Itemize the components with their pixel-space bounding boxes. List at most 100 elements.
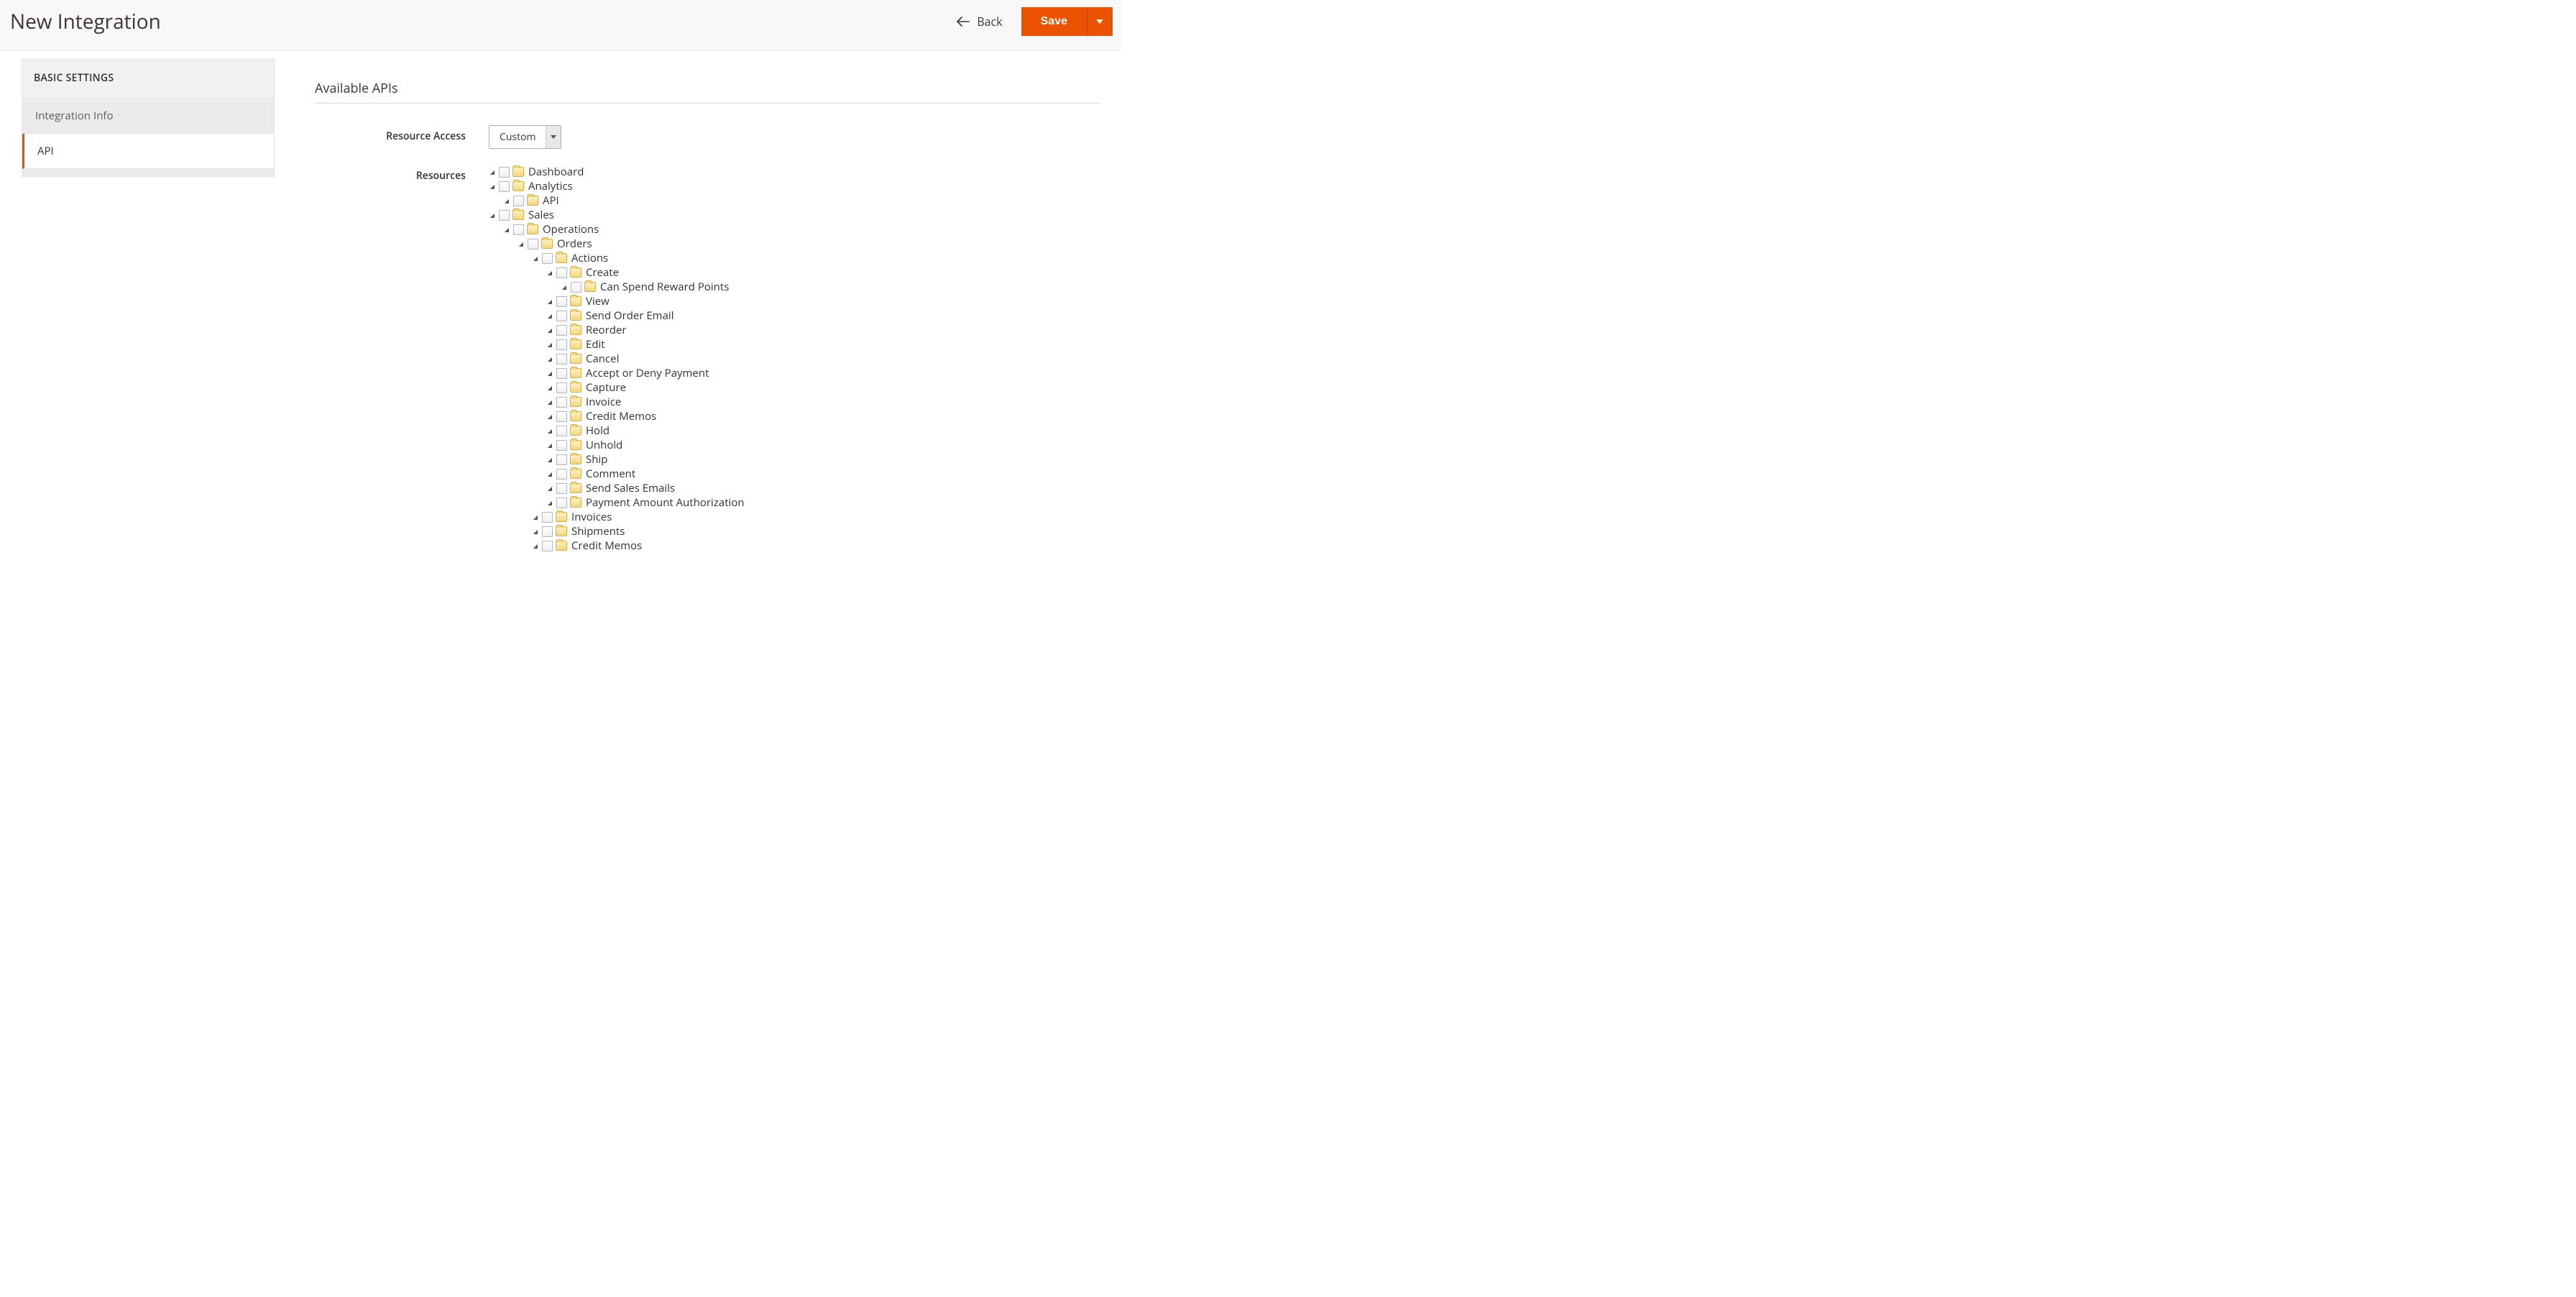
tree-checkbox[interactable] xyxy=(556,397,567,408)
folder-icon xyxy=(570,483,581,493)
tree-checkbox[interactable] xyxy=(513,224,524,235)
folder-icon xyxy=(570,397,581,407)
folder-icon xyxy=(570,498,581,508)
folder-icon xyxy=(570,454,581,464)
tree-checkbox[interactable] xyxy=(556,454,567,465)
tree-label[interactable]: Invoice xyxy=(584,395,621,409)
tree-label[interactable]: Create xyxy=(584,265,619,280)
tree-toggle-icon[interactable]: ◢ xyxy=(546,427,553,434)
tree-checkbox[interactable] xyxy=(556,267,567,278)
tree-label[interactable]: Ship xyxy=(584,452,607,467)
tree-toggle-icon[interactable]: ◢ xyxy=(546,470,553,477)
tree-checkbox[interactable] xyxy=(556,354,567,365)
tree-toggle-icon[interactable]: ◢ xyxy=(546,355,553,362)
tree-checkbox[interactable] xyxy=(528,239,538,249)
tree-label[interactable]: Hold xyxy=(584,423,610,438)
tree-label[interactable]: Reorder xyxy=(584,323,627,337)
tree-checkbox[interactable] xyxy=(499,181,510,192)
tree-label[interactable]: Sales xyxy=(527,208,554,222)
save-dropdown-toggle[interactable] xyxy=(1087,7,1113,36)
tree-label[interactable]: Edit xyxy=(584,337,605,352)
tree-label[interactable]: Operations xyxy=(541,222,599,237)
tree-checkbox[interactable] xyxy=(556,469,567,480)
tree-toggle-icon[interactable]: ◢ xyxy=(532,542,539,549)
tree-checkbox[interactable] xyxy=(556,296,567,307)
folder-icon xyxy=(541,239,553,249)
tree-toggle-icon[interactable]: ◢ xyxy=(503,226,510,233)
folder-icon xyxy=(570,325,581,335)
tree-label[interactable]: Analytics xyxy=(527,179,573,193)
tree-toggle-icon[interactable]: ◢ xyxy=(546,298,553,305)
tree-toggle-icon[interactable]: ◢ xyxy=(546,370,553,377)
tree-toggle-icon[interactable]: ◢ xyxy=(546,269,553,276)
folder-icon xyxy=(512,167,524,177)
folder-icon xyxy=(556,512,567,522)
tree-checkbox[interactable] xyxy=(556,311,567,321)
tree-checkbox[interactable] xyxy=(556,368,567,379)
tree-checkbox[interactable] xyxy=(556,325,567,336)
tree-label[interactable]: Accept or Deny Payment xyxy=(584,366,709,380)
tree-label[interactable]: Actions xyxy=(570,251,608,265)
tree-checkbox[interactable] xyxy=(556,382,567,393)
tree-label[interactable]: Unhold xyxy=(584,438,622,452)
tree-node: ◢ Create xyxy=(546,265,1100,280)
tree-checkbox[interactable] xyxy=(556,339,567,350)
tree-label[interactable]: Send Order Email xyxy=(584,308,673,323)
tree-checkbox[interactable] xyxy=(556,426,567,436)
tree-toggle-icon[interactable]: ◢ xyxy=(518,240,525,247)
back-button[interactable]: Back xyxy=(957,14,1002,29)
tree-checkbox[interactable] xyxy=(556,411,567,422)
tree-label[interactable]: View xyxy=(584,294,610,308)
save-button[interactable]: Save xyxy=(1021,7,1087,36)
tree-toggle-icon[interactable]: ◢ xyxy=(532,255,539,262)
tree-label[interactable]: Send Sales Emails xyxy=(584,481,675,495)
tree-label[interactable]: Can Spend Reward Points xyxy=(599,280,729,294)
tree-checkbox[interactable] xyxy=(571,282,581,293)
tree-checkbox[interactable] xyxy=(542,526,553,537)
tree-label[interactable]: Invoices xyxy=(570,510,612,524)
tree-label[interactable]: Dashboard xyxy=(527,165,584,179)
tree-label[interactable]: Comment xyxy=(584,467,635,481)
tree-label[interactable]: API xyxy=(541,193,559,208)
tree-checkbox[interactable] xyxy=(542,253,553,264)
tree-label[interactable]: Payment Amount Authorization xyxy=(584,495,745,510)
tree-toggle-icon[interactable]: ◢ xyxy=(489,168,496,175)
tree-label[interactable]: Orders xyxy=(556,237,592,251)
sidebar-item-integration-info[interactable]: Integration Info xyxy=(22,98,274,134)
tree-checkbox[interactable] xyxy=(499,210,510,221)
tree-toggle-icon[interactable]: ◢ xyxy=(532,513,539,521)
tree-label[interactable]: Credit Memos xyxy=(570,538,642,553)
tree-checkbox[interactable] xyxy=(542,512,553,523)
tree-checkbox[interactable] xyxy=(542,541,553,551)
tree-toggle-icon[interactable]: ◢ xyxy=(489,211,496,219)
tree-toggle-icon[interactable]: ◢ xyxy=(546,341,553,348)
tree-toggle-icon[interactable]: ◢ xyxy=(561,283,568,290)
tree-toggle-icon[interactable]: ◢ xyxy=(546,398,553,405)
tree-toggle-icon[interactable]: ◢ xyxy=(503,197,510,204)
tree-toggle-icon[interactable]: ◢ xyxy=(546,441,553,449)
tree-toggle-icon[interactable]: ◢ xyxy=(489,183,496,190)
tree-checkbox[interactable] xyxy=(556,483,567,494)
sidebar-item-api[interactable]: API xyxy=(22,134,274,169)
tree-checkbox[interactable] xyxy=(556,440,567,451)
back-label: Back xyxy=(977,14,1002,29)
tree-toggle-icon[interactable]: ◢ xyxy=(546,456,553,463)
tree-checkbox[interactable] xyxy=(499,167,510,178)
tree-label[interactable]: Credit Memos xyxy=(584,409,656,423)
tree-toggle-icon[interactable]: ◢ xyxy=(546,485,553,492)
header-actions: Back Save xyxy=(957,7,1113,36)
tree-node: ◢ Edit xyxy=(546,337,1100,352)
tree-toggle-icon[interactable]: ◢ xyxy=(546,499,553,506)
tree-toggle-icon[interactable]: ◢ xyxy=(546,312,553,319)
tree-label[interactable]: Shipments xyxy=(570,524,625,538)
tree-toggle-icon[interactable]: ◢ xyxy=(546,413,553,420)
resource-access-select[interactable]: Custom xyxy=(489,125,561,149)
tree-toggle-icon[interactable]: ◢ xyxy=(532,528,539,535)
tree-checkbox[interactable] xyxy=(556,498,567,508)
tree-checkbox[interactable] xyxy=(513,196,524,206)
tree-toggle-icon[interactable]: ◢ xyxy=(546,326,553,334)
tree-toggle-icon[interactable]: ◢ xyxy=(546,384,553,391)
tree-label[interactable]: Capture xyxy=(584,380,626,395)
tree-label[interactable]: Cancel xyxy=(584,352,619,366)
tree-node: ◢ Reorder xyxy=(546,323,1100,337)
